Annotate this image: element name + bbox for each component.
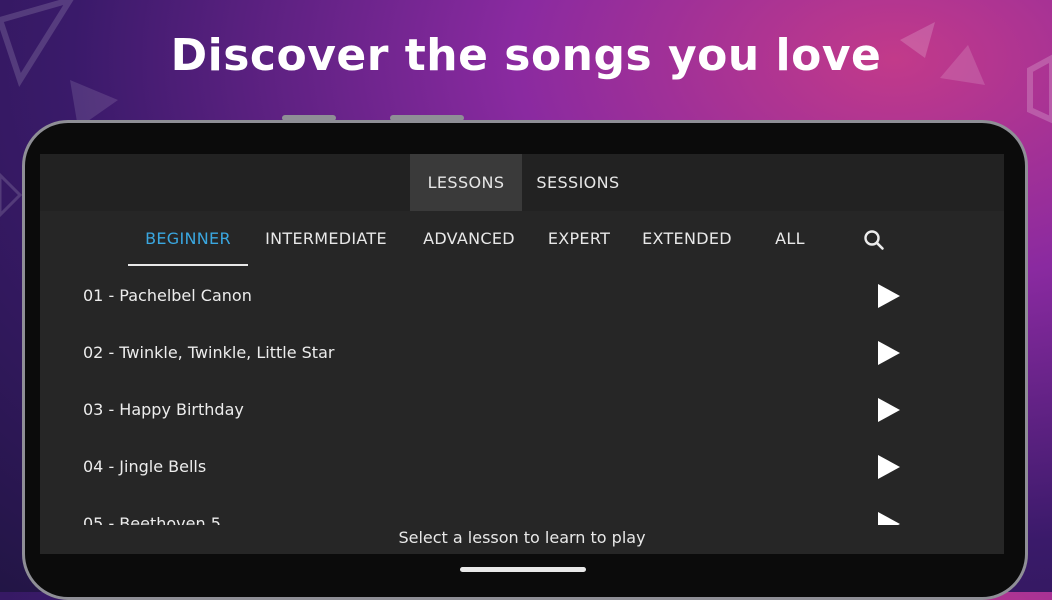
tab-intermediate[interactable]: INTERMEDIATE xyxy=(254,211,398,267)
tab-expert[interactable]: EXPERT xyxy=(538,211,620,267)
tab-beginner[interactable]: BEGINNER xyxy=(128,211,248,267)
play-icon[interactable] xyxy=(876,455,900,479)
top-tab-bar: LESSONS SESSIONS xyxy=(40,154,1004,211)
list-item[interactable]: 05 - Beethoven 5 xyxy=(40,495,1004,525)
headline: Discover the songs you love xyxy=(170,30,882,81)
search-icon[interactable] xyxy=(862,228,886,252)
home-indicator[interactable] xyxy=(460,567,586,572)
lesson-title: 03 - Happy Birthday xyxy=(83,400,244,419)
tab-extended[interactable]: EXTENDED xyxy=(634,211,740,267)
app-screen: LESSONS SESSIONS BEGINNER INTERMEDIATE A… xyxy=(40,154,1004,554)
list-item[interactable]: 04 - Jingle Bells xyxy=(40,438,1004,495)
play-icon[interactable] xyxy=(876,512,900,525)
lesson-title: 02 - Twinkle, Twinkle, Little Star xyxy=(83,343,335,362)
tab-lessons[interactable]: LESSONS xyxy=(410,154,522,211)
tab-all[interactable]: ALL xyxy=(760,211,820,267)
lesson-title: 04 - Jingle Bells xyxy=(83,457,207,476)
status-text: Select a lesson to learn to play xyxy=(398,528,646,547)
active-tab-indicator xyxy=(128,264,248,266)
lesson-title: 05 - Beethoven 5 xyxy=(83,514,221,525)
play-icon[interactable] xyxy=(876,284,900,308)
tab-advanced[interactable]: ADVANCED xyxy=(412,211,526,267)
play-icon[interactable] xyxy=(876,341,900,365)
tab-sessions[interactable]: SESSIONS xyxy=(522,154,634,211)
list-item[interactable]: 03 - Happy Birthday xyxy=(40,381,1004,438)
play-icon[interactable] xyxy=(876,398,900,422)
list-item[interactable]: 02 - Twinkle, Twinkle, Little Star xyxy=(40,324,1004,381)
list-item[interactable]: 01 - Pachelbel Canon xyxy=(40,267,1004,324)
lesson-title: 01 - Pachelbel Canon xyxy=(83,286,252,305)
